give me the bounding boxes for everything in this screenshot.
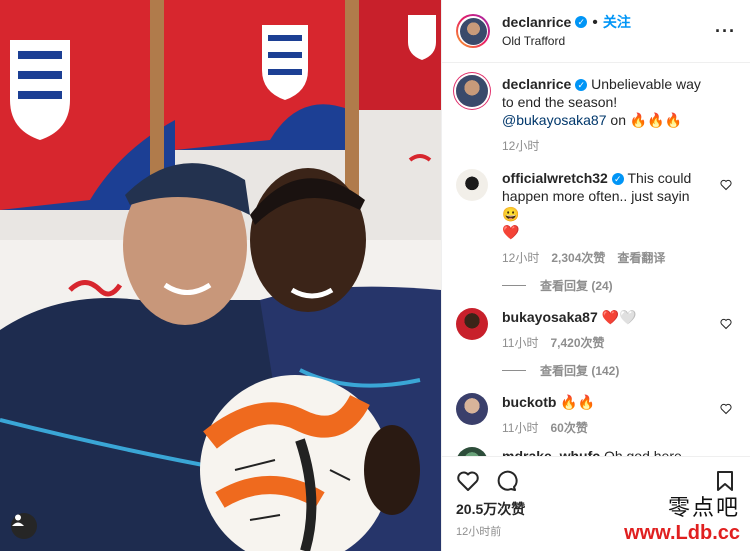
comment-item: mdrake_whufc Oh god here come (456, 447, 736, 456)
follow-button[interactable]: 关注 (603, 14, 631, 30)
post-actions: 20.5万次赞 12小时前 零点吧 www.Ldb.cc (442, 456, 750, 551)
commenter-avatar[interactable] (456, 308, 488, 340)
view-replies-button[interactable]: 查看回复 (24) (502, 277, 736, 294)
post-header: declanrice ✓ • 关注 Old Trafford ··· (442, 0, 750, 63)
view-replies-button[interactable]: 查看回复 (142) (502, 362, 736, 379)
caption-mention[interactable]: @bukayosaka87 (502, 112, 607, 128)
commenter-username[interactable]: officialwretch32 (502, 170, 608, 186)
post-detail-panel: declanrice ✓ • 关注 Old Trafford ··· declanri… (441, 0, 750, 551)
commenter-avatar[interactable] (456, 447, 488, 456)
photo-illustration (0, 0, 441, 551)
comment-time: 11小时 (502, 336, 539, 350)
commenter-avatar[interactable] (456, 169, 488, 201)
comment-likes[interactable]: 7,420次赞 (550, 334, 604, 352)
view-replies-label: 查看回复 (142) (540, 364, 620, 378)
comments-list: declanrice ✓ Unbelievable way to end the … (442, 63, 750, 456)
comment-time: 11小时 (502, 421, 539, 435)
like-comment-heart-icon[interactable] (720, 179, 732, 191)
location-link[interactable]: Old Trafford (502, 32, 631, 50)
comment-likes[interactable]: 2,304次赞 (551, 249, 605, 267)
watermark-url: www.Ldb.cc (624, 522, 740, 544)
comment-item: bukayosaka87 ❤️🤍 11小时 7,420次赞 (456, 308, 736, 352)
caption-text-end: on (610, 112, 626, 128)
tagged-user-icon[interactable] (11, 513, 37, 539)
like-comment-heart-icon[interactable] (720, 318, 732, 330)
more-options-icon[interactable]: ··· (715, 21, 736, 42)
comment-emoji: ❤️ (502, 224, 520, 240)
commenter-avatar[interactable] (456, 393, 488, 425)
verified-badge-icon: ✓ (575, 16, 588, 29)
watermark: 零点吧 www.Ldb.cc (624, 490, 740, 545)
commenter-username[interactable]: mdrake_whufc (502, 448, 600, 456)
commenter-username[interactable]: bukayosaka87 (502, 309, 598, 325)
verified-badge-icon: ✓ (611, 173, 624, 186)
caption-time: 12小时 (502, 139, 540, 153)
comment-text: ❤️🤍 (601, 309, 637, 325)
author-username[interactable]: declanrice (502, 14, 571, 30)
separator: • (592, 13, 598, 31)
comment-time: 12小时 (502, 251, 540, 265)
comment-text: 🔥🔥 (560, 394, 596, 410)
author-avatar[interactable] (456, 14, 490, 48)
caption-emoji: 🔥🔥🔥 (629, 112, 683, 128)
commenter-username[interactable]: buckotb (502, 394, 556, 410)
comment-bubble-icon[interactable] (494, 469, 518, 493)
caption-avatar[interactable] (456, 75, 488, 107)
translate-link[interactable]: 查看翻译 (617, 249, 665, 267)
comment-likes[interactable]: 60次赞 (550, 419, 587, 437)
caption: declanrice ✓ Unbelievable way to end the … (456, 75, 736, 155)
like-comment-heart-icon[interactable] (720, 403, 732, 415)
watermark-title: 零点吧 (667, 496, 740, 521)
like-heart-icon[interactable] (456, 469, 480, 493)
verified-badge-icon: ✓ (575, 79, 588, 92)
view-replies-label: 查看回复 (24) (540, 279, 613, 293)
post-photo[interactable] (0, 0, 441, 551)
caption-username[interactable]: declanrice (502, 76, 571, 92)
comment-item: buckotb 🔥🔥 11小时 60次赞 (456, 393, 736, 437)
instagram-post: declanrice ✓ • 关注 Old Trafford ··· declanri… (0, 0, 750, 551)
comment-item: officialwretch32 ✓ This could happen more… (456, 169, 736, 267)
